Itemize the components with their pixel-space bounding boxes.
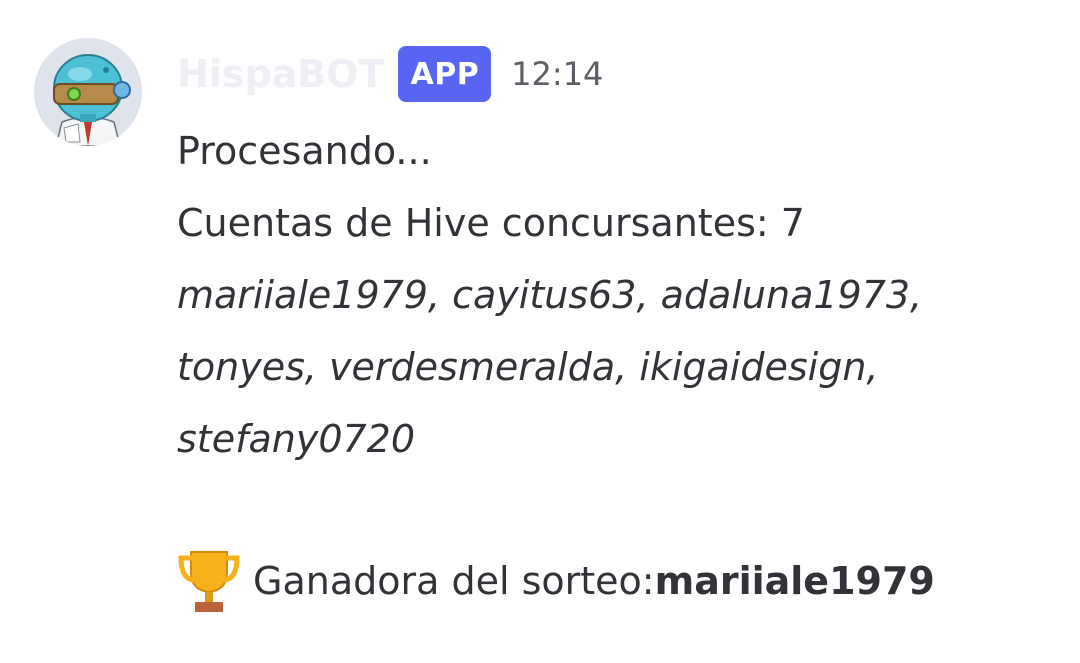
message-header: HispaBOT APP 12:14 xyxy=(177,44,603,104)
winner-label: Ganadora del sorteo: xyxy=(253,559,655,603)
username[interactable]: HispaBOT xyxy=(177,52,384,96)
chat-message: HispaBOT APP 12:14 Procesando... Cuentas… xyxy=(0,0,1080,663)
timestamp[interactable]: 12:14 xyxy=(511,55,603,93)
status-line: Procesando... xyxy=(177,129,432,173)
accounts-list: mariiale1979, cayitus63, adaluna1973, to… xyxy=(177,273,923,461)
accounts-label: Cuentas de Hive concursantes: 7 xyxy=(177,201,805,245)
robot-avatar-icon xyxy=(34,38,142,146)
app-badge: APP xyxy=(398,46,492,102)
winner-line: Ganadora del sorteo: mariiale1979 xyxy=(177,545,1057,617)
winner-name: mariiale1979 xyxy=(654,559,935,603)
avatar[interactable] xyxy=(34,38,142,146)
message-content: Procesando... Cuentas de Hive concursant… xyxy=(177,115,1057,617)
trophy-icon xyxy=(178,551,240,612)
